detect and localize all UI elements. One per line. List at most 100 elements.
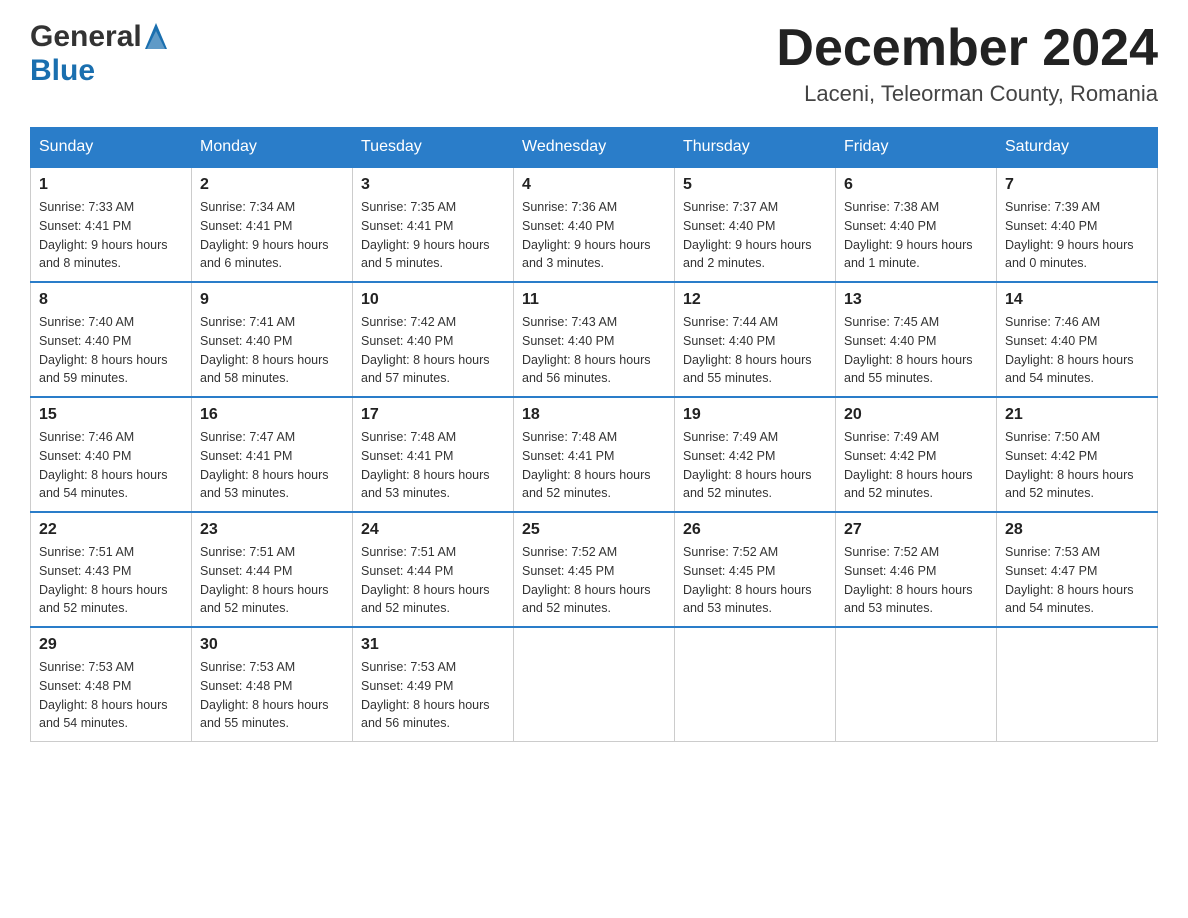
weekday-header: Saturday	[997, 128, 1158, 168]
calendar-cell: 22 Sunrise: 7:51 AMSunset: 4:43 PMDayligh…	[31, 512, 192, 627]
calendar-cell: 24Sunrise: 7:51 AMSunset: 4:44 PMDayligh…	[353, 512, 514, 627]
weekday-header: Wednesday	[514, 128, 675, 168]
location-subtitle: Laceni, Teleorman County, Romania	[776, 81, 1158, 107]
calendar-cell: 28 Sunrise: 7:53 AMSunset: 4:47 PMDayligh…	[997, 512, 1158, 627]
day-number: 14	[1005, 291, 1149, 309]
week-row: 15 Sunrise: 7:46 AMSunset: 4:40 PMDayligh…	[31, 397, 1158, 512]
calendar-cell: 5Sunrise: 7:37 AMSunset: 4:40 PMDaylight…	[675, 167, 836, 282]
day-number: 24	[361, 521, 505, 539]
calendar-cell: 13Sunrise: 7:45 AMSunset: 4:40 PMDayligh…	[836, 282, 997, 397]
calendar-cell: 3 Sunrise: 7:35 AMSunset: 4:41 PMDaylight…	[353, 167, 514, 282]
day-number: 11	[522, 291, 666, 309]
calendar-cell	[836, 627, 997, 742]
day-number: 4	[522, 176, 666, 194]
day-number: 28	[1005, 521, 1149, 539]
day-number: 5	[683, 176, 827, 194]
calendar-cell: 19Sunrise: 7:49 AMSunset: 4:42 PMDayligh…	[675, 397, 836, 512]
day-info: Sunrise: 7:38 AMSunset: 4:40 PMDaylight:…	[844, 198, 988, 273]
calendar-cell: 27 Sunrise: 7:52 AMSunset: 4:46 PMDayligh…	[836, 512, 997, 627]
day-info: Sunrise: 7:34 AMSunset: 4:41 PMDaylight:…	[200, 198, 344, 273]
day-number: 18	[522, 406, 666, 424]
calendar-cell: 20 Sunrise: 7:49 AMSunset: 4:42 PMDayligh…	[836, 397, 997, 512]
day-number: 25	[522, 521, 666, 539]
day-number: 15	[39, 406, 183, 424]
day-number: 27	[844, 521, 988, 539]
week-row: 8 Sunrise: 7:40 AMSunset: 4:40 PMDaylight…	[31, 282, 1158, 397]
logo-icon	[143, 21, 169, 53]
day-number: 1	[39, 176, 183, 194]
day-info: Sunrise: 7:42 AMSunset: 4:40 PMDaylight:…	[361, 313, 505, 388]
day-info: Sunrise: 7:52 AMSunset: 4:46 PMDaylight:…	[844, 543, 988, 618]
calendar-cell: 18Sunrise: 7:48 AMSunset: 4:41 PMDayligh…	[514, 397, 675, 512]
calendar-cell: 30Sunrise: 7:53 AMSunset: 4:48 PMDayligh…	[192, 627, 353, 742]
day-number: 6	[844, 176, 988, 194]
day-number: 19	[683, 406, 827, 424]
calendar-cell: 7Sunrise: 7:39 AMSunset: 4:40 PMDaylight…	[997, 167, 1158, 282]
day-number: 8	[39, 291, 183, 309]
weekday-header: Thursday	[675, 128, 836, 168]
day-number: 23	[200, 521, 344, 539]
day-number: 29	[39, 636, 183, 654]
day-number: 9	[200, 291, 344, 309]
day-info: Sunrise: 7:51 AMSunset: 4:43 PMDaylight:…	[39, 543, 183, 618]
day-number: 3	[361, 176, 505, 194]
calendar-cell: 10 Sunrise: 7:42 AMSunset: 4:40 PMDayligh…	[353, 282, 514, 397]
page-header: General Blue December 2024 Laceni, Teleo…	[30, 20, 1158, 107]
calendar-cell: 25 Sunrise: 7:52 AMSunset: 4:45 PMDayligh…	[514, 512, 675, 627]
day-number: 10	[361, 291, 505, 309]
day-info: Sunrise: 7:53 AMSunset: 4:48 PMDaylight:…	[200, 658, 344, 733]
day-number: 2	[200, 176, 344, 194]
calendar-cell: 31 Sunrise: 7:53 AMSunset: 4:49 PMDayligh…	[353, 627, 514, 742]
logo-blue-text: Blue	[30, 54, 95, 88]
logo-general-text: General	[30, 20, 142, 54]
day-info: Sunrise: 7:47 AMSunset: 4:41 PMDaylight:…	[200, 428, 344, 503]
day-number: 22	[39, 521, 183, 539]
day-info: Sunrise: 7:49 AMSunset: 4:42 PMDaylight:…	[844, 428, 988, 503]
calendar-cell: 14Sunrise: 7:46 AMSunset: 4:40 PMDayligh…	[997, 282, 1158, 397]
day-info: Sunrise: 7:33 AMSunset: 4:41 PMDaylight:…	[39, 198, 183, 273]
calendar-table: SundayMondayTuesdayWednesdayThursdayFrid…	[30, 127, 1158, 742]
calendar-cell: 6 Sunrise: 7:38 AMSunset: 4:40 PMDaylight…	[836, 167, 997, 282]
weekday-header: Tuesday	[353, 128, 514, 168]
day-info: Sunrise: 7:41 AMSunset: 4:40 PMDaylight:…	[200, 313, 344, 388]
day-info: Sunrise: 7:53 AMSunset: 4:49 PMDaylight:…	[361, 658, 505, 733]
calendar-cell	[675, 627, 836, 742]
week-row: 1 Sunrise: 7:33 AMSunset: 4:41 PMDaylight…	[31, 167, 1158, 282]
day-number: 21	[1005, 406, 1149, 424]
day-info: Sunrise: 7:53 AMSunset: 4:48 PMDaylight:…	[39, 658, 183, 733]
calendar-cell	[997, 627, 1158, 742]
calendar-cell: 21 Sunrise: 7:50 AMSunset: 4:42 PMDayligh…	[997, 397, 1158, 512]
day-number: 26	[683, 521, 827, 539]
calendar-cell: 23 Sunrise: 7:51 AMSunset: 4:44 PMDayligh…	[192, 512, 353, 627]
day-info: Sunrise: 7:40 AMSunset: 4:40 PMDaylight:…	[39, 313, 183, 388]
day-number: 31	[361, 636, 505, 654]
month-title: December 2024	[776, 20, 1158, 77]
day-number: 13	[844, 291, 988, 309]
day-info: Sunrise: 7:50 AMSunset: 4:42 PMDaylight:…	[1005, 428, 1149, 503]
day-number: 12	[683, 291, 827, 309]
day-info: Sunrise: 7:52 AMSunset: 4:45 PMDaylight:…	[522, 543, 666, 618]
day-number: 7	[1005, 176, 1149, 194]
day-info: Sunrise: 7:48 AMSunset: 4:41 PMDaylight:…	[361, 428, 505, 503]
calendar-cell: 29 Sunrise: 7:53 AMSunset: 4:48 PMDayligh…	[31, 627, 192, 742]
calendar-cell: 9 Sunrise: 7:41 AMSunset: 4:40 PMDaylight…	[192, 282, 353, 397]
day-number: 16	[200, 406, 344, 424]
calendar-cell: 11 Sunrise: 7:43 AMSunset: 4:40 PMDayligh…	[514, 282, 675, 397]
logo: General Blue	[30, 20, 170, 88]
week-row: 22 Sunrise: 7:51 AMSunset: 4:43 PMDayligh…	[31, 512, 1158, 627]
day-info: Sunrise: 7:43 AMSunset: 4:40 PMDaylight:…	[522, 313, 666, 388]
week-row: 29 Sunrise: 7:53 AMSunset: 4:48 PMDayligh…	[31, 627, 1158, 742]
calendar-cell: 16 Sunrise: 7:47 AMSunset: 4:41 PMDayligh…	[192, 397, 353, 512]
day-info: Sunrise: 7:46 AMSunset: 4:40 PMDaylight:…	[39, 428, 183, 503]
calendar-cell: 8 Sunrise: 7:40 AMSunset: 4:40 PMDaylight…	[31, 282, 192, 397]
day-info: Sunrise: 7:51 AMSunset: 4:44 PMDaylight:…	[200, 543, 344, 618]
title-section: December 2024 Laceni, Teleorman County, …	[776, 20, 1158, 107]
calendar-cell: 2 Sunrise: 7:34 AMSunset: 4:41 PMDaylight…	[192, 167, 353, 282]
weekday-header: Sunday	[31, 128, 192, 168]
calendar-cell: 17Sunrise: 7:48 AMSunset: 4:41 PMDayligh…	[353, 397, 514, 512]
calendar-cell: 1 Sunrise: 7:33 AMSunset: 4:41 PMDaylight…	[31, 167, 192, 282]
day-info: Sunrise: 7:35 AMSunset: 4:41 PMDaylight:…	[361, 198, 505, 273]
day-info: Sunrise: 7:53 AMSunset: 4:47 PMDaylight:…	[1005, 543, 1149, 618]
day-number: 20	[844, 406, 988, 424]
calendar-cell: 26Sunrise: 7:52 AMSunset: 4:45 PMDayligh…	[675, 512, 836, 627]
